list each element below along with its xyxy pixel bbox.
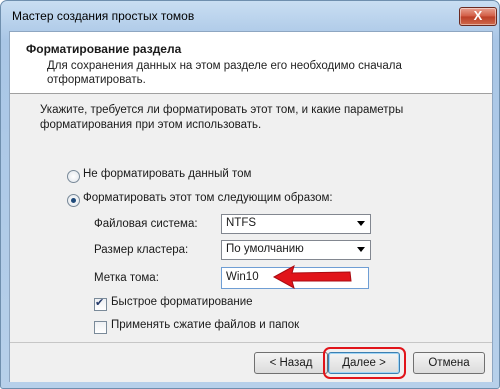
wizard-footer: < Назад Далее > Отмена	[10, 342, 492, 382]
filesystem-select[interactable]: NTFS	[221, 214, 371, 234]
quick-format-checkbox[interactable]	[94, 296, 107, 311]
page-title: Форматирование раздела	[26, 42, 182, 56]
wizard-window: Мастер создания простых томов X Форматир…	[0, 0, 500, 389]
chevron-down-icon	[357, 247, 365, 252]
window-title: Мастер создания простых томов	[12, 9, 195, 23]
format-label[interactable]: Форматировать этот том следующим образом…	[83, 192, 333, 204]
wizard-header: Форматирование раздела Для сохранения да…	[10, 32, 492, 94]
filesystem-value: NTFS	[226, 217, 257, 229]
quick-format-label[interactable]: Быстрое форматирование	[111, 296, 253, 308]
title-bar[interactable]: Мастер создания простых томов X	[1, 1, 499, 31]
no-format-label[interactable]: Не форматировать данный том	[83, 168, 251, 180]
cancel-button[interactable]: Отмена	[413, 352, 485, 374]
cluster-select[interactable]: По умолчанию	[221, 240, 371, 260]
compress-label[interactable]: Применять сжатие файлов и папок	[111, 319, 299, 331]
filesystem-label: Файловая система:	[94, 218, 198, 230]
no-format-radio[interactable]	[67, 170, 80, 183]
cluster-label: Размер кластера:	[94, 244, 189, 256]
next-button[interactable]: Далее >	[328, 352, 400, 374]
instruction-text: Укажите, требуется ли форматировать этот…	[40, 104, 404, 131]
close-button[interactable]: X	[459, 7, 497, 26]
volume-label-value: Win10	[226, 271, 259, 283]
cluster-value: По умолчанию	[226, 243, 304, 255]
wizard-body: Укажите, требуется ли форматировать этот…	[10, 94, 492, 342]
chevron-down-icon	[357, 221, 365, 226]
wizard-content: Форматирование раздела Для сохранения да…	[9, 31, 493, 382]
page-subtitle: Для сохранения данных на этом разделе ег…	[47, 60, 402, 86]
volume-label-label: Метка тома:	[94, 272, 159, 284]
compress-checkbox[interactable]	[94, 321, 107, 334]
format-radio[interactable]	[67, 194, 80, 207]
back-button[interactable]: < Назад	[254, 352, 328, 374]
close-icon: X	[473, 8, 483, 23]
red-arrow-icon	[272, 264, 352, 290]
